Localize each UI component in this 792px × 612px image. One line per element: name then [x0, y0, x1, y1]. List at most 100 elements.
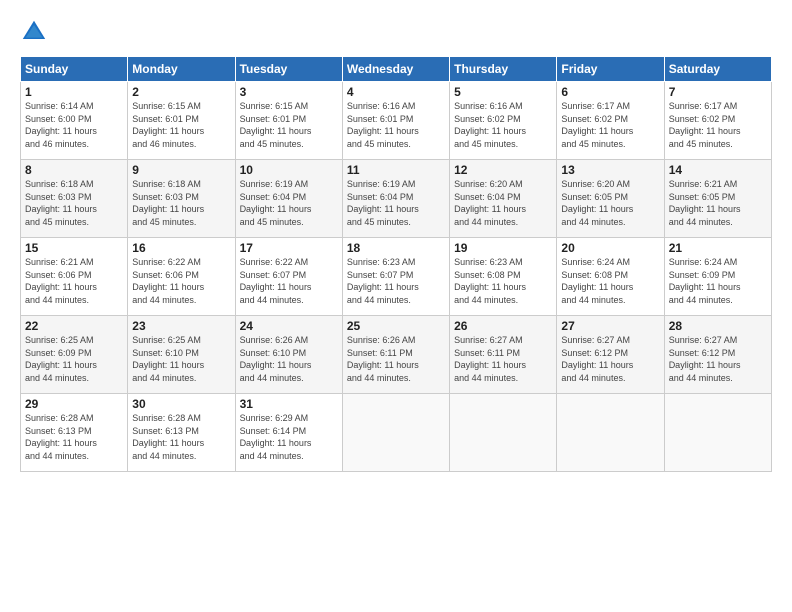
day-cell: 10Sunrise: 6:19 AM Sunset: 6:04 PM Dayli…	[235, 160, 342, 238]
day-cell: 27Sunrise: 6:27 AM Sunset: 6:12 PM Dayli…	[557, 316, 664, 394]
day-number: 18	[347, 241, 445, 255]
day-info: Sunrise: 6:15 AM Sunset: 6:01 PM Dayligh…	[132, 100, 230, 150]
day-cell	[342, 394, 449, 472]
day-number: 1	[25, 85, 123, 99]
day-number: 13	[561, 163, 659, 177]
day-cell: 29Sunrise: 6:28 AM Sunset: 6:13 PM Dayli…	[21, 394, 128, 472]
weekday-header-tuesday: Tuesday	[235, 57, 342, 82]
week-row-4: 22Sunrise: 6:25 AM Sunset: 6:09 PM Dayli…	[21, 316, 772, 394]
day-number: 9	[132, 163, 230, 177]
day-number: 26	[454, 319, 552, 333]
day-number: 20	[561, 241, 659, 255]
day-info: Sunrise: 6:23 AM Sunset: 6:07 PM Dayligh…	[347, 256, 445, 306]
day-info: Sunrise: 6:26 AM Sunset: 6:10 PM Dayligh…	[240, 334, 338, 384]
weekday-header-monday: Monday	[128, 57, 235, 82]
day-cell	[450, 394, 557, 472]
day-number: 10	[240, 163, 338, 177]
day-info: Sunrise: 6:15 AM Sunset: 6:01 PM Dayligh…	[240, 100, 338, 150]
week-row-2: 8Sunrise: 6:18 AM Sunset: 6:03 PM Daylig…	[21, 160, 772, 238]
day-cell: 17Sunrise: 6:22 AM Sunset: 6:07 PM Dayli…	[235, 238, 342, 316]
day-number: 16	[132, 241, 230, 255]
day-info: Sunrise: 6:19 AM Sunset: 6:04 PM Dayligh…	[240, 178, 338, 228]
day-cell: 15Sunrise: 6:21 AM Sunset: 6:06 PM Dayli…	[21, 238, 128, 316]
day-number: 24	[240, 319, 338, 333]
day-cell: 31Sunrise: 6:29 AM Sunset: 6:14 PM Dayli…	[235, 394, 342, 472]
day-info: Sunrise: 6:20 AM Sunset: 6:04 PM Dayligh…	[454, 178, 552, 228]
day-cell: 4Sunrise: 6:16 AM Sunset: 6:01 PM Daylig…	[342, 82, 449, 160]
day-info: Sunrise: 6:21 AM Sunset: 6:05 PM Dayligh…	[669, 178, 767, 228]
day-info: Sunrise: 6:19 AM Sunset: 6:04 PM Dayligh…	[347, 178, 445, 228]
day-info: Sunrise: 6:18 AM Sunset: 6:03 PM Dayligh…	[25, 178, 123, 228]
header	[20, 18, 772, 46]
day-cell: 1Sunrise: 6:14 AM Sunset: 6:00 PM Daylig…	[21, 82, 128, 160]
day-cell: 19Sunrise: 6:23 AM Sunset: 6:08 PM Dayli…	[450, 238, 557, 316]
day-info: Sunrise: 6:29 AM Sunset: 6:14 PM Dayligh…	[240, 412, 338, 462]
day-info: Sunrise: 6:18 AM Sunset: 6:03 PM Dayligh…	[132, 178, 230, 228]
day-number: 21	[669, 241, 767, 255]
day-cell: 9Sunrise: 6:18 AM Sunset: 6:03 PM Daylig…	[128, 160, 235, 238]
day-number: 4	[347, 85, 445, 99]
day-info: Sunrise: 6:28 AM Sunset: 6:13 PM Dayligh…	[132, 412, 230, 462]
day-number: 23	[132, 319, 230, 333]
day-info: Sunrise: 6:27 AM Sunset: 6:12 PM Dayligh…	[669, 334, 767, 384]
day-info: Sunrise: 6:24 AM Sunset: 6:08 PM Dayligh…	[561, 256, 659, 306]
day-number: 8	[25, 163, 123, 177]
week-row-1: 1Sunrise: 6:14 AM Sunset: 6:00 PM Daylig…	[21, 82, 772, 160]
day-cell: 24Sunrise: 6:26 AM Sunset: 6:10 PM Dayli…	[235, 316, 342, 394]
day-info: Sunrise: 6:27 AM Sunset: 6:11 PM Dayligh…	[454, 334, 552, 384]
day-cell	[664, 394, 771, 472]
day-cell: 7Sunrise: 6:17 AM Sunset: 6:02 PM Daylig…	[664, 82, 771, 160]
day-number: 2	[132, 85, 230, 99]
day-info: Sunrise: 6:26 AM Sunset: 6:11 PM Dayligh…	[347, 334, 445, 384]
day-info: Sunrise: 6:22 AM Sunset: 6:06 PM Dayligh…	[132, 256, 230, 306]
day-number: 28	[669, 319, 767, 333]
day-cell: 11Sunrise: 6:19 AM Sunset: 6:04 PM Dayli…	[342, 160, 449, 238]
day-info: Sunrise: 6:21 AM Sunset: 6:06 PM Dayligh…	[25, 256, 123, 306]
day-info: Sunrise: 6:27 AM Sunset: 6:12 PM Dayligh…	[561, 334, 659, 384]
day-number: 14	[669, 163, 767, 177]
week-row-5: 29 Sunrise: 6:28 AM Sunset: 6:13 PM Dayli…	[21, 394, 772, 472]
week-row-3: 15Sunrise: 6:21 AM Sunset: 6:06 PM Dayli…	[21, 238, 772, 316]
day-number: 17	[240, 241, 338, 255]
day-number: 7	[669, 85, 767, 99]
day-number: 29	[25, 397, 123, 411]
day-number: 11	[347, 163, 445, 177]
day-cell: 3Sunrise: 6:15 AM Sunset: 6:01 PM Daylig…	[235, 82, 342, 160]
logo	[20, 18, 52, 46]
calendar-table: SundayMondayTuesdayWednesdayThursdayFrid…	[20, 56, 772, 472]
day-cell: 21Sunrise: 6:24 AM Sunset: 6:09 PM Dayli…	[664, 238, 771, 316]
day-info: Sunrise: 6:24 AM Sunset: 6:09 PM Dayligh…	[669, 256, 767, 306]
day-number: 3	[240, 85, 338, 99]
calendar-page: SundayMondayTuesdayWednesdayThursdayFrid…	[0, 0, 792, 612]
day-cell: 13Sunrise: 6:20 AM Sunset: 6:05 PM Dayli…	[557, 160, 664, 238]
day-cell: 14Sunrise: 6:21 AM Sunset: 6:05 PM Dayli…	[664, 160, 771, 238]
day-number: 31	[240, 397, 338, 411]
day-cell: 6Sunrise: 6:17 AM Sunset: 6:02 PM Daylig…	[557, 82, 664, 160]
weekday-header-friday: Friday	[557, 57, 664, 82]
day-cell: 8Sunrise: 6:18 AM Sunset: 6:03 PM Daylig…	[21, 160, 128, 238]
day-cell: 16Sunrise: 6:22 AM Sunset: 6:06 PM Dayli…	[128, 238, 235, 316]
weekday-header-wednesday: Wednesday	[342, 57, 449, 82]
day-info: Sunrise: 6:25 AM Sunset: 6:10 PM Dayligh…	[132, 334, 230, 384]
day-number: 15	[25, 241, 123, 255]
day-info: Sunrise: 6:20 AM Sunset: 6:05 PM Dayligh…	[561, 178, 659, 228]
day-cell: 23Sunrise: 6:25 AM Sunset: 6:10 PM Dayli…	[128, 316, 235, 394]
weekday-header-saturday: Saturday	[664, 57, 771, 82]
day-number: 19	[454, 241, 552, 255]
day-number: 5	[454, 85, 552, 99]
weekday-header-row: SundayMondayTuesdayWednesdayThursdayFrid…	[21, 57, 772, 82]
day-cell: 2Sunrise: 6:15 AM Sunset: 6:01 PM Daylig…	[128, 82, 235, 160]
day-cell: 5Sunrise: 6:16 AM Sunset: 6:02 PM Daylig…	[450, 82, 557, 160]
logo-icon	[20, 18, 48, 46]
day-number: 30	[132, 397, 230, 411]
weekday-header-thursday: Thursday	[450, 57, 557, 82]
day-info: Sunrise: 6:14 AM Sunset: 6:00 PM Dayligh…	[25, 100, 123, 150]
day-cell: 25Sunrise: 6:26 AM Sunset: 6:11 PM Dayli…	[342, 316, 449, 394]
day-number: 12	[454, 163, 552, 177]
day-cell: 28Sunrise: 6:27 AM Sunset: 6:12 PM Dayli…	[664, 316, 771, 394]
day-cell: 12Sunrise: 6:20 AM Sunset: 6:04 PM Dayli…	[450, 160, 557, 238]
day-number: 27	[561, 319, 659, 333]
day-info: Sunrise: 6:22 AM Sunset: 6:07 PM Dayligh…	[240, 256, 338, 306]
day-number: 25	[347, 319, 445, 333]
day-cell: 26Sunrise: 6:27 AM Sunset: 6:11 PM Dayli…	[450, 316, 557, 394]
